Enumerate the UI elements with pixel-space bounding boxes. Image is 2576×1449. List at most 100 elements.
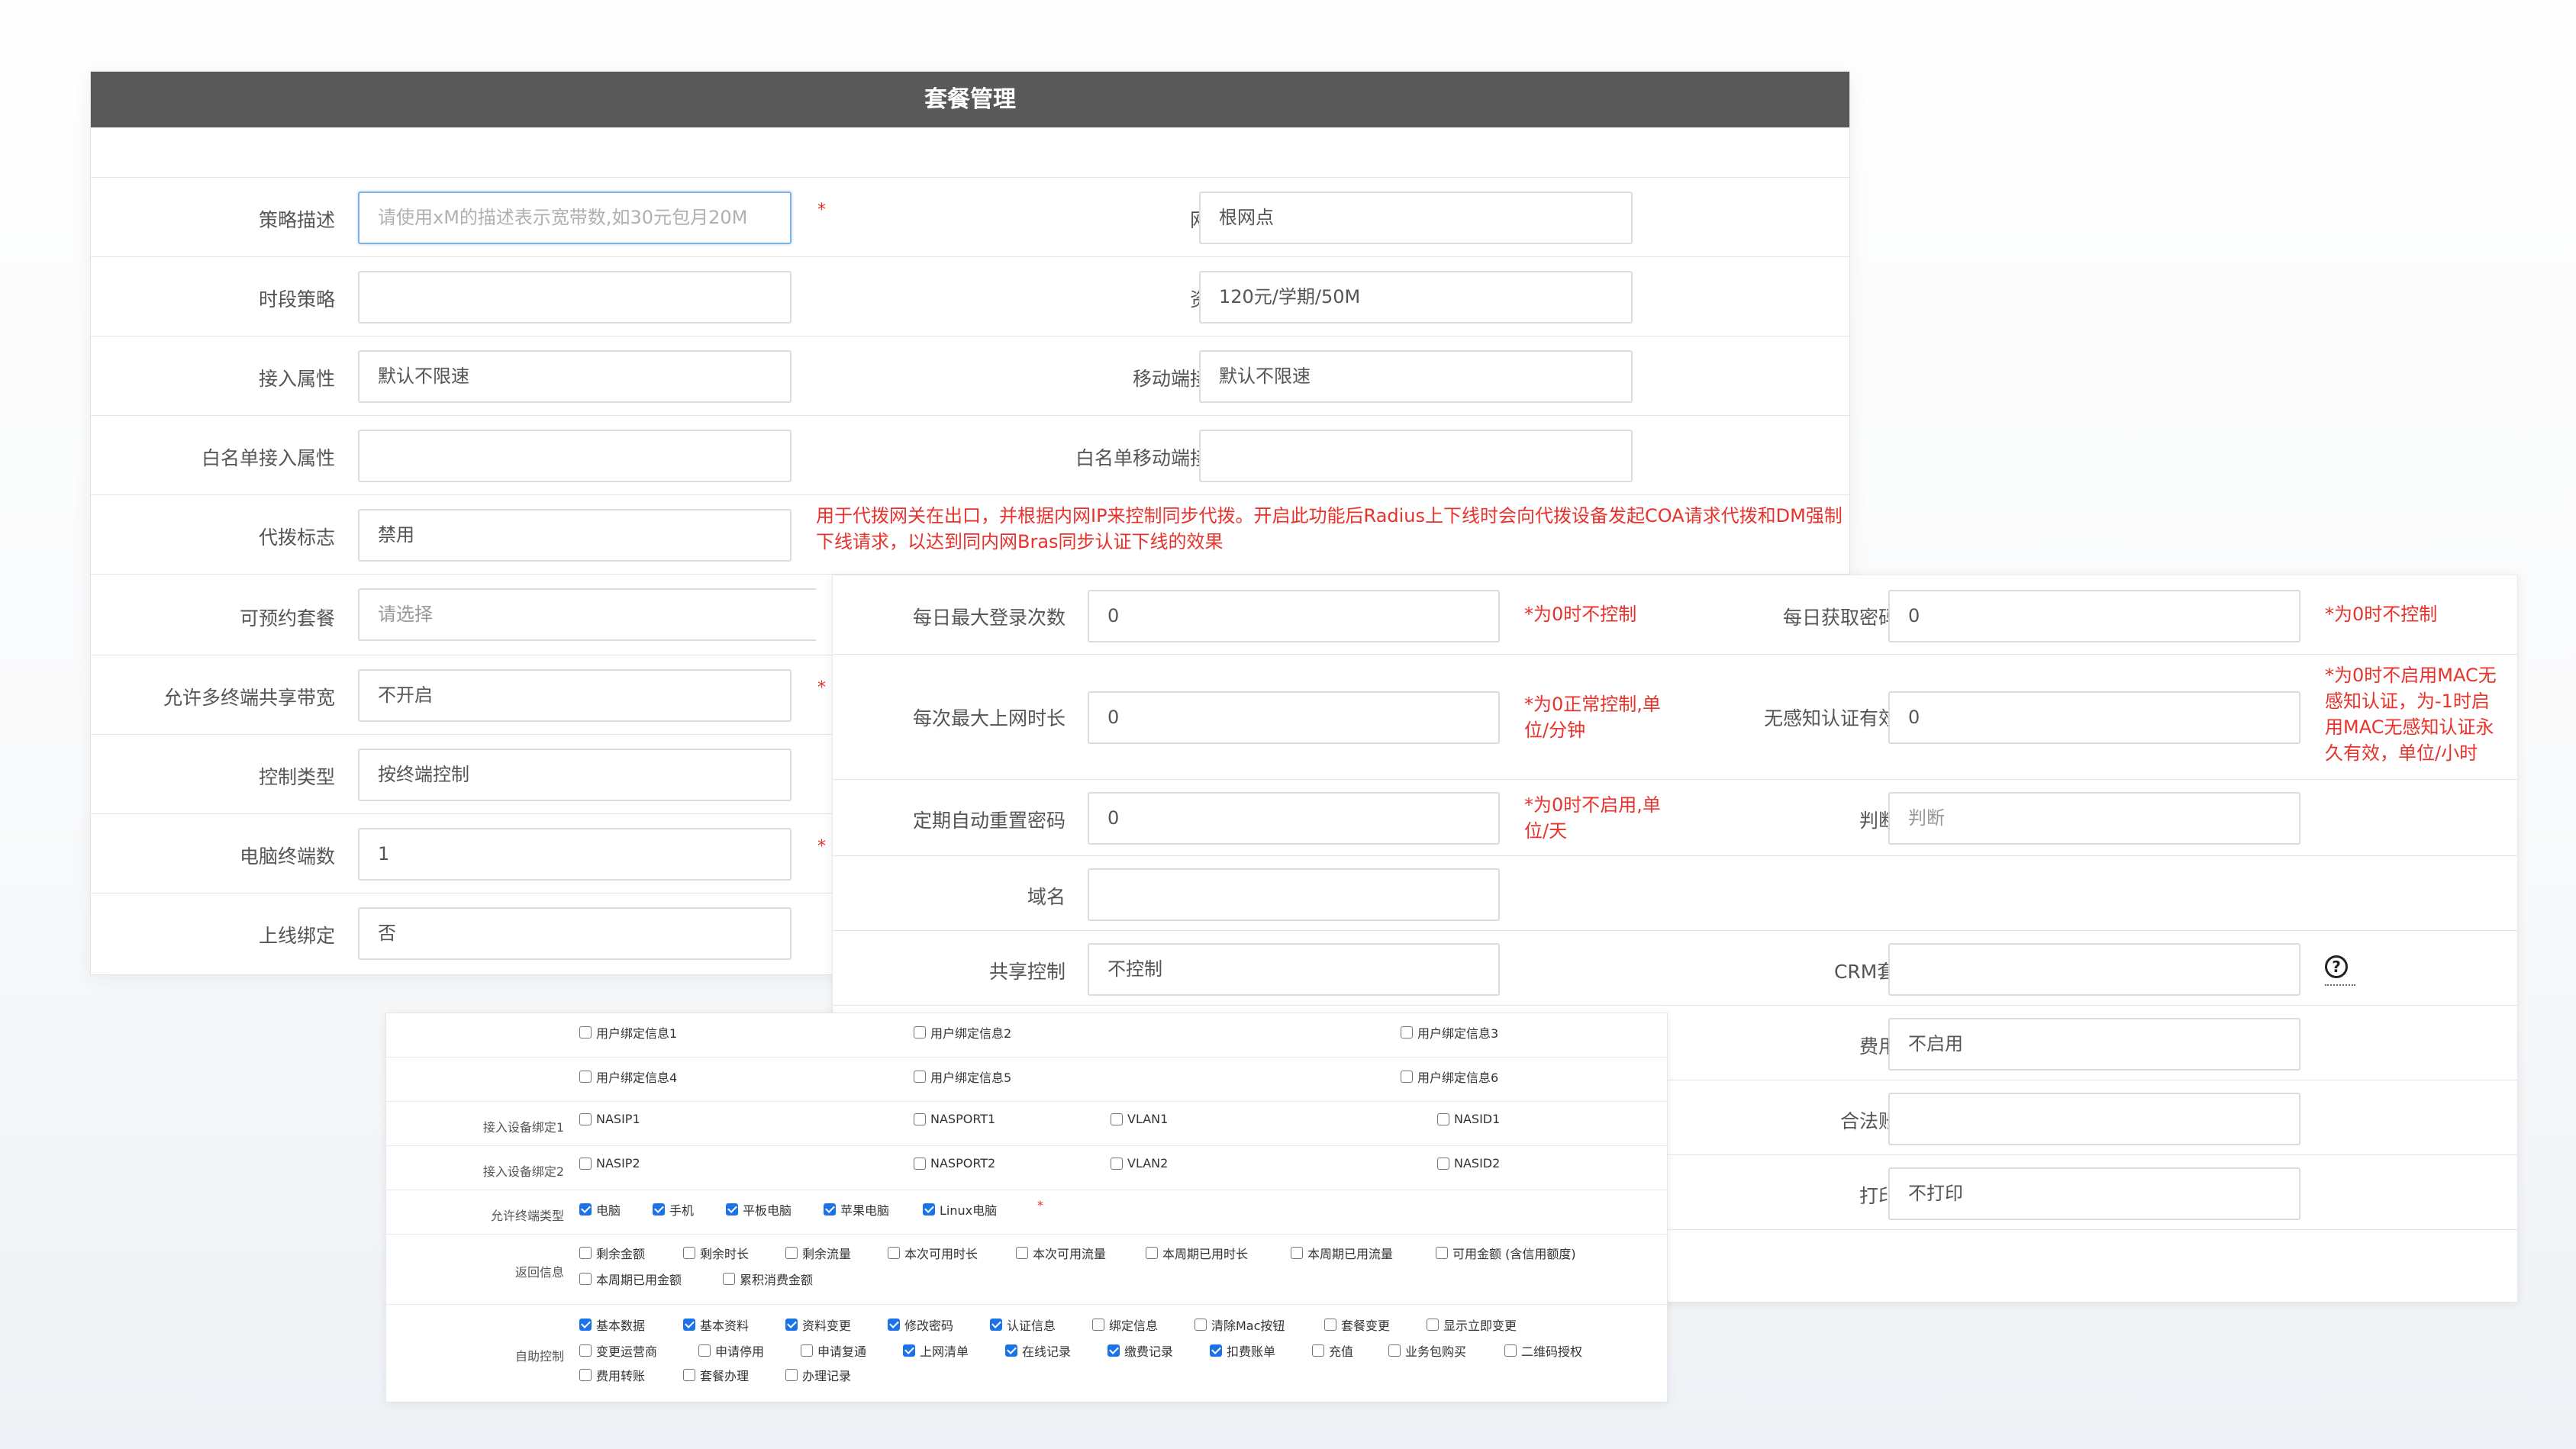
- checkbox-box[interactable]: [683, 1369, 695, 1381]
- checkbox-box[interactable]: [785, 1247, 798, 1259]
- checkbox-box[interactable]: [914, 1157, 926, 1170]
- device-bind-checkbox[interactable]: VLAN2: [1111, 1156, 1168, 1170]
- checkbox-box[interactable]: [1291, 1247, 1303, 1259]
- reservable-package-select[interactable]: 请选择: [358, 588, 816, 641]
- self-service-checkbox[interactable]: 扣费账单: [1210, 1341, 1275, 1360]
- checkbox-box[interactable]: [579, 1247, 592, 1259]
- checkbox-box[interactable]: [579, 1273, 592, 1285]
- self-service-checkbox[interactable]: 清除Mac按钮: [1195, 1315, 1285, 1334]
- self-service-checkbox[interactable]: 基本资料: [683, 1315, 749, 1334]
- self-service-checkbox[interactable]: 显示立即变更: [1427, 1315, 1517, 1334]
- checkbox-box[interactable]: [579, 1157, 592, 1170]
- checkbox-box[interactable]: [914, 1071, 926, 1083]
- checkbox-box[interactable]: [1146, 1247, 1158, 1259]
- checkbox-box[interactable]: [1111, 1157, 1123, 1170]
- checkbox-box[interactable]: [683, 1247, 695, 1259]
- return-info-checkbox[interactable]: 本周期已用金额: [579, 1270, 682, 1288]
- fee-transfer-select[interactable]: 不启用: [1888, 1018, 2300, 1071]
- checkbox-box[interactable]: [903, 1344, 915, 1357]
- checkbox-box[interactable]: [1388, 1344, 1401, 1357]
- device-bind-checkbox[interactable]: NASID2: [1437, 1156, 1500, 1170]
- checkbox-box[interactable]: [579, 1113, 592, 1125]
- self-service-checkbox[interactable]: 办理记录: [785, 1366, 851, 1384]
- checkbox-box[interactable]: [990, 1319, 1002, 1331]
- self-service-checkbox[interactable]: 变更运营商: [579, 1341, 657, 1360]
- self-service-checkbox[interactable]: 上网清单: [903, 1341, 969, 1360]
- share-control-select[interactable]: 不控制: [1088, 943, 1500, 996]
- help-icon[interactable]: ?: [2325, 955, 2348, 978]
- checkbox-box[interactable]: [1436, 1247, 1448, 1259]
- checkbox-box[interactable]: [1401, 1026, 1413, 1038]
- self-service-checkbox[interactable]: 修改密码: [888, 1315, 953, 1334]
- bind-info-checkbox[interactable]: 用户绑定信息5: [914, 1067, 1011, 1086]
- checkbox-box[interactable]: [1437, 1113, 1449, 1125]
- return-info-checkbox[interactable]: 可用金额 (含信用额度): [1436, 1244, 1576, 1262]
- checkbox-box[interactable]: [579, 1203, 592, 1216]
- checkbox-box[interactable]: [698, 1344, 711, 1357]
- control-type-select[interactable]: 按终端控制: [358, 749, 791, 801]
- checkbox-box[interactable]: [1111, 1113, 1123, 1125]
- whitelist-access-attr-select[interactable]: [358, 430, 791, 482]
- checkbox-box[interactable]: [1324, 1319, 1336, 1331]
- self-service-checkbox[interactable]: 在线记录: [1005, 1341, 1071, 1360]
- whitelist-mobile-access-attr-select[interactable]: [1199, 430, 1633, 482]
- print-flag-select[interactable]: 不打印: [1888, 1167, 2300, 1220]
- checkbox-box[interactable]: [726, 1203, 738, 1216]
- checkbox-box[interactable]: [579, 1319, 592, 1331]
- terminal-type-checkbox[interactable]: Linux电脑: [923, 1200, 997, 1219]
- self-service-checkbox[interactable]: 缴费记录: [1107, 1341, 1173, 1360]
- self-service-checkbox[interactable]: 套餐变更: [1324, 1315, 1390, 1334]
- self-service-checkbox[interactable]: 绑定信息: [1092, 1315, 1158, 1334]
- device-bind-checkbox[interactable]: NASIP1: [579, 1112, 640, 1126]
- return-info-checkbox[interactable]: 本周期已用流量: [1291, 1244, 1393, 1262]
- checkbox-box[interactable]: [923, 1203, 935, 1216]
- checkbox-box[interactable]: [1107, 1344, 1120, 1357]
- checkbox-box[interactable]: [579, 1071, 592, 1083]
- return-info-checkbox[interactable]: 本周期已用时长: [1146, 1244, 1248, 1262]
- terminal-type-checkbox[interactable]: 苹果电脑: [824, 1200, 889, 1219]
- checkbox-box[interactable]: [888, 1247, 900, 1259]
- checkbox-box[interactable]: [1210, 1344, 1222, 1357]
- branch-name-input[interactable]: 根网点: [1199, 192, 1633, 244]
- tariff-config-select[interactable]: 120元/学期/50M: [1199, 271, 1633, 324]
- self-service-checkbox[interactable]: 二维码授权: [1504, 1341, 1582, 1360]
- daily-max-login-input[interactable]: 0: [1088, 590, 1500, 642]
- mobile-access-attr-select[interactable]: 默认不限速: [1199, 350, 1633, 403]
- self-service-checkbox[interactable]: 申请停用: [698, 1341, 764, 1360]
- checkbox-box[interactable]: [1005, 1344, 1017, 1357]
- proxy-dial-select[interactable]: 禁用: [358, 509, 791, 562]
- auto-reset-password-input[interactable]: 0: [1088, 792, 1500, 845]
- self-service-checkbox[interactable]: 申请复通: [801, 1341, 866, 1360]
- strategy-desc-input[interactable]: 请使用xM的描述表示宽带数,如30元包月20M: [358, 192, 791, 244]
- terminal-type-checkbox[interactable]: 平板电脑: [726, 1200, 791, 1219]
- return-info-checkbox[interactable]: 累积消费金额: [723, 1270, 813, 1288]
- checkbox-box[interactable]: [1401, 1071, 1413, 1083]
- return-info-checkbox[interactable]: 本次可用时长: [888, 1244, 978, 1262]
- access-attr-select[interactable]: 默认不限速: [358, 350, 791, 403]
- checkbox-box[interactable]: [785, 1319, 798, 1331]
- time-policy-select[interactable]: [358, 271, 791, 324]
- checkbox-box[interactable]: [1427, 1319, 1439, 1331]
- max-online-duration-input[interactable]: 0: [1088, 691, 1500, 744]
- checkbox-box[interactable]: [1195, 1319, 1207, 1331]
- return-info-checkbox[interactable]: 剩余时长: [683, 1244, 749, 1262]
- self-service-checkbox[interactable]: 套餐办理: [683, 1366, 749, 1384]
- device-bind-checkbox[interactable]: VLAN1: [1111, 1112, 1168, 1126]
- checkbox-box[interactable]: [914, 1026, 926, 1038]
- checkbox-box[interactable]: [1092, 1319, 1104, 1331]
- checkbox-box[interactable]: [888, 1319, 900, 1331]
- daily-password-count-input[interactable]: 0: [1888, 590, 2300, 642]
- checkbox-box[interactable]: [801, 1344, 813, 1357]
- checkbox-box[interactable]: [579, 1369, 592, 1381]
- checkbox-box[interactable]: [914, 1113, 926, 1125]
- checkbox-box[interactable]: [785, 1369, 798, 1381]
- device-bind-checkbox[interactable]: NASIP2: [579, 1156, 640, 1170]
- checkbox-box[interactable]: [683, 1319, 695, 1331]
- self-service-checkbox[interactable]: 认证信息: [990, 1315, 1056, 1334]
- self-service-checkbox[interactable]: 资料变更: [785, 1315, 851, 1334]
- pc-terminal-count-input[interactable]: 1: [358, 828, 791, 881]
- self-service-checkbox[interactable]: 基本数据: [579, 1315, 645, 1334]
- checkbox-box[interactable]: [653, 1203, 665, 1216]
- terminal-type-checkbox[interactable]: 手机: [653, 1200, 694, 1219]
- check-password-select[interactable]: 判断: [1888, 792, 2300, 845]
